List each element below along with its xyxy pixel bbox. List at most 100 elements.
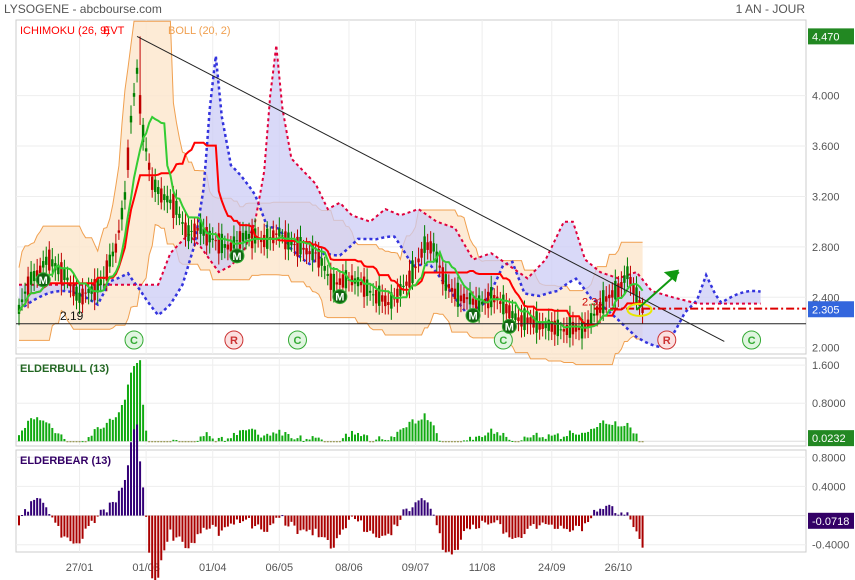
elderbull-bar <box>238 430 241 442</box>
elderbull-bar <box>529 437 532 442</box>
elderbull-bar <box>481 437 484 442</box>
candle-body <box>605 296 608 302</box>
candle-body <box>66 277 69 281</box>
elderbear-bar <box>96 515 99 517</box>
x-tick-label: 08/06 <box>335 562 363 574</box>
legend-item: ICHIMOKU (26, 9) <box>20 25 110 37</box>
elderbear-bar <box>175 515 178 538</box>
y-tick-label: 3.600 <box>812 141 840 153</box>
candle-body <box>208 230 211 243</box>
elderbull-bar <box>63 438 66 442</box>
elderbull-bar <box>556 433 559 442</box>
elderbear-bar <box>574 515 577 526</box>
elderbull-bar <box>635 433 638 442</box>
elderbear-bar <box>223 515 226 528</box>
elderbull-bar <box>372 441 375 443</box>
candle-body <box>184 222 187 237</box>
elderbear-bar <box>63 515 66 537</box>
elderbear-bar <box>584 515 587 524</box>
candle-body <box>447 284 451 289</box>
signal-marker-C: C <box>742 330 762 350</box>
elderbear-bar <box>565 515 568 530</box>
candle-body <box>48 249 51 271</box>
candle-body <box>559 329 563 331</box>
elderbear-bar <box>323 515 326 538</box>
candle-body <box>87 288 90 294</box>
candle-body <box>187 225 190 242</box>
elderbear-bar <box>602 509 605 516</box>
y-tick-label: 0.8000 <box>812 452 846 464</box>
elderbear-bar <box>532 515 535 525</box>
elderbear-bar <box>214 515 217 527</box>
elderbear-bar <box>608 504 611 516</box>
candle-body <box>341 274 345 288</box>
elderbull-bar <box>217 437 220 442</box>
elderbull-bar <box>172 439 175 442</box>
elderbear-bar <box>130 442 132 516</box>
elderbull-bar <box>145 430 148 442</box>
candle-body <box>172 193 175 219</box>
elderbear-bar <box>420 498 423 516</box>
elderbear-bar <box>51 515 54 518</box>
y-tick-label: 3.200 <box>812 191 840 203</box>
candle-body <box>275 233 278 235</box>
elderbear-bar <box>27 511 30 516</box>
elderbull-bar <box>308 439 311 442</box>
candle-body <box>450 287 454 292</box>
elderbear-bar <box>296 515 299 534</box>
elderbear-bar <box>514 515 517 538</box>
elderbull-bar <box>490 428 493 442</box>
elderbull-bar <box>596 427 599 442</box>
candle-body <box>181 222 184 224</box>
elderbear-bar <box>426 502 429 516</box>
elderbull-bar <box>587 431 590 442</box>
elderbull-bar <box>559 438 562 442</box>
elderbear-bar <box>87 515 90 526</box>
elderbull-bar <box>475 436 478 442</box>
elderbull-bar <box>602 420 605 442</box>
candle-body <box>562 329 566 332</box>
signal-marker-letter: C <box>748 335 756 347</box>
signal-marker-letter: R <box>663 335 671 347</box>
x-tick-label: 01/04 <box>199 562 227 574</box>
elderbear-bar <box>278 515 281 518</box>
elderbear-bar <box>105 512 108 516</box>
candle-body <box>308 251 311 255</box>
elderbull-last-tag-text: 0.0232 <box>812 433 846 445</box>
elderbear-bar <box>456 515 459 550</box>
candle-body <box>480 301 484 305</box>
elderbear-bar <box>184 515 187 549</box>
support-label: 2.19 <box>60 309 84 323</box>
candle-body <box>517 317 520 322</box>
candle-body <box>490 287 493 308</box>
elderbear-bar <box>254 515 257 527</box>
elderbull-bar <box>99 428 102 442</box>
elderbull-bar <box>72 441 75 443</box>
candle-body <box>150 176 154 190</box>
elderbear-bar <box>45 507 48 516</box>
candle-body <box>214 240 217 242</box>
signal-marker-letter: M <box>39 275 48 287</box>
elderbull-bar <box>550 435 553 442</box>
elderbear-bar <box>102 509 105 516</box>
y-tick-label: -0.4000 <box>812 540 849 552</box>
elderbear-bar <box>432 514 435 516</box>
candle-body <box>305 248 308 255</box>
elderbear-bar <box>375 515 378 538</box>
candle-body <box>426 242 429 250</box>
candle-body <box>38 265 42 273</box>
elderbear-bar <box>320 515 323 538</box>
y-tick-label: 1.600 <box>812 360 840 372</box>
signal-marker-M: M <box>332 289 348 305</box>
elderbull-bar <box>599 422 602 442</box>
candle-body <box>211 238 214 241</box>
elderbear-bar <box>257 515 260 525</box>
elderbear-bar <box>632 515 635 528</box>
elderbull-bar <box>57 433 60 442</box>
elderbear-bar <box>335 515 338 539</box>
elderbull-bar <box>105 422 108 442</box>
candle-body <box>614 280 617 300</box>
elderbear-bar <box>462 515 465 532</box>
elderbull-bar <box>571 432 574 442</box>
candle-body <box>193 223 196 238</box>
